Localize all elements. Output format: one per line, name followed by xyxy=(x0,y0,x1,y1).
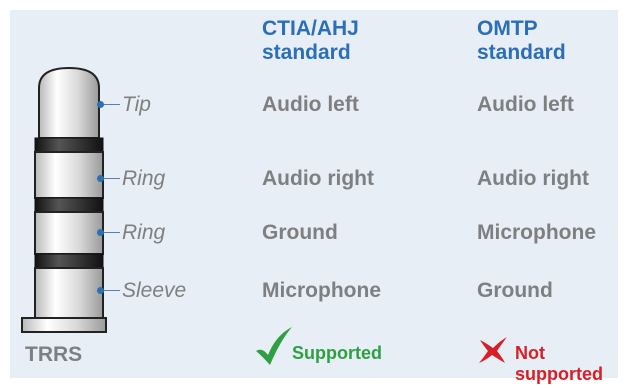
checkmark-icon xyxy=(256,327,292,365)
tip-contact-dot xyxy=(97,101,104,108)
omtp-cell-ring-2: Microphone xyxy=(477,221,596,244)
ctia-cell-ring-2: Ground xyxy=(262,221,338,244)
ctia-header-line-1: CTIA/AHJ xyxy=(262,17,359,40)
ctia-cell-ring-1: Audio right xyxy=(262,167,374,190)
omtp-cell-sleeve: Ground xyxy=(477,279,553,302)
sleeve-contact-dot xyxy=(97,287,104,294)
omtp-cell-tip: Audio left xyxy=(477,93,574,116)
ctia-cell-tip: Audio left xyxy=(262,93,359,116)
ring2-contact-dot xyxy=(97,229,104,236)
ring2-leader-line xyxy=(104,232,120,233)
contact-label-sleeve: Sleeve xyxy=(122,279,187,302)
omtp-cell-ring-1: Audio right xyxy=(477,167,589,190)
ctia-header-line-2: standard xyxy=(262,41,351,64)
omtp-header-line-1: OMTP xyxy=(477,17,538,40)
contact-label-tip: Tip xyxy=(122,93,151,116)
ctia-header: CTIA/AHJ standard xyxy=(262,17,359,65)
contact-label-ring-1: Ring xyxy=(122,167,166,190)
ctia-support-status: Supported xyxy=(292,343,382,363)
omtp-support-status: Not xyxy=(515,343,545,364)
connector-label: TRRS xyxy=(25,343,83,366)
tip-leader-line xyxy=(104,104,120,105)
omtp-header-line-2: standard xyxy=(477,41,566,64)
contact-label-ring-2: Ring xyxy=(122,221,166,244)
ctia-cell-sleeve: Microphone xyxy=(262,279,381,302)
cross-icon xyxy=(479,337,507,363)
sleeve-leader-line xyxy=(104,290,120,291)
ring1-contact-dot xyxy=(97,175,104,182)
omtp-header: OMTP standard xyxy=(477,17,566,65)
omtp-support-status-line-2: supported xyxy=(515,364,603,384)
ring1-leader-line xyxy=(104,178,120,179)
omtp-support-status-line-1: Not xyxy=(515,343,545,363)
